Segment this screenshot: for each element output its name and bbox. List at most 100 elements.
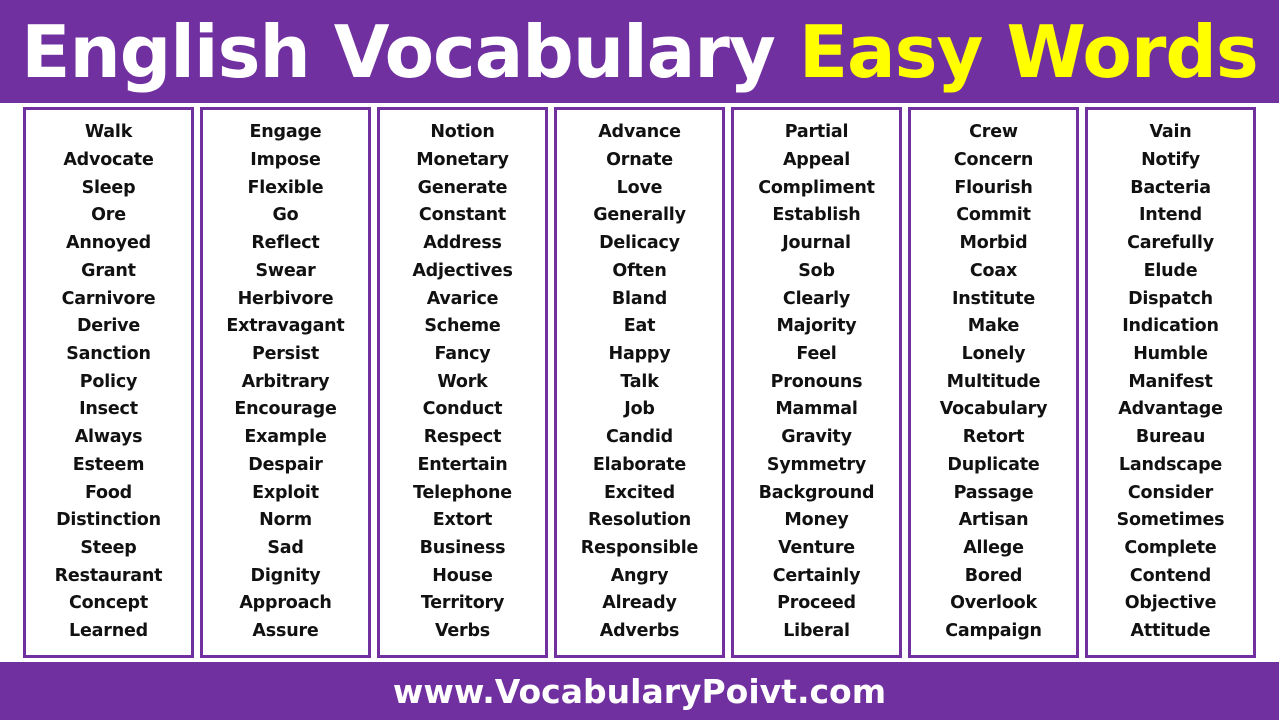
word-item: Multitude (946, 371, 1041, 392)
word-item: Impose (250, 149, 321, 170)
word-item: Money (784, 510, 849, 531)
word-item: Love (616, 177, 663, 198)
word-item: Flourish (954, 177, 1033, 198)
word-item: Adverbs (599, 621, 680, 642)
word-item: Symmetry (766, 454, 867, 475)
word-item: Approach (239, 593, 332, 614)
word-item: Insect (79, 399, 138, 420)
word-item: Liberal (783, 621, 850, 642)
word-item: Majority (776, 316, 857, 337)
word-item: Institute (951, 288, 1035, 309)
word-item: Ornate (606, 149, 673, 170)
word-item: Duplicate (947, 454, 1040, 475)
word-item: Sometimes (1116, 510, 1225, 531)
word-item: Restaurant (54, 565, 163, 586)
word-item: Notion (430, 122, 495, 143)
word-item: Persist (251, 343, 320, 364)
word-item: Gravity (781, 427, 852, 448)
word-item: Respect (423, 427, 502, 448)
word-item: Generate (417, 177, 508, 198)
word-item: Assure (252, 621, 319, 642)
word-item: Happy (608, 343, 671, 364)
word-item: Conduct (422, 399, 503, 420)
word-item: Ore (91, 205, 126, 226)
word-item: Bureau (1135, 427, 1206, 448)
word-item: Sob (798, 260, 835, 281)
word-item: Food (84, 482, 133, 503)
poster-header: English Vocabulary Easy Words (0, 0, 1279, 103)
word-item: Entertain (417, 454, 508, 475)
word-item: Establish (772, 205, 861, 226)
word-item: Often (612, 260, 667, 281)
word-item: Venture (778, 538, 855, 558)
word-item: Already (602, 593, 677, 614)
word-item: Intend (1139, 205, 1202, 226)
word-item: Exploit (252, 482, 319, 503)
word-item: Lonely (961, 343, 1026, 364)
word-item: Constant (418, 205, 507, 226)
word-item: Policy (79, 371, 138, 392)
word-item: Elaborate (592, 454, 687, 475)
word-item: Flexible (247, 177, 324, 198)
word-item: Avarice (426, 288, 499, 309)
word-item: Carnivore (61, 288, 156, 309)
word-column-3: Notion Monetary Generate Constant Address Adj… (377, 107, 548, 658)
word-item: Commit (956, 205, 1031, 226)
vocabulary-poster: English Vocabulary Easy Words Walk Advoca… (0, 0, 1279, 720)
word-item: Elude (1143, 260, 1198, 281)
word-item: Contend (1129, 565, 1212, 586)
word-item: Manifest (1128, 371, 1213, 392)
word-item: Talk (620, 371, 659, 392)
word-item: Monetary (416, 149, 509, 170)
word-item: Norm (259, 510, 312, 531)
word-item: Business (419, 538, 506, 558)
word-item: Derive (76, 316, 141, 337)
word-item: Scheme (424, 316, 501, 337)
word-item: Feel (796, 343, 837, 364)
word-item: Journal (782, 233, 851, 254)
word-item: Grant (81, 260, 136, 281)
word-item: Go (272, 205, 299, 226)
word-column-1: Walk Advocate Sleep Ore Annoyed Grant Carnivor… (23, 107, 194, 658)
word-item: Generally (593, 205, 686, 226)
word-item: Notify (1141, 149, 1200, 170)
word-item: Encourage (234, 399, 337, 420)
word-item: Vocabulary (939, 399, 1048, 420)
word-item: Always (74, 427, 143, 448)
word-item: Humble (1133, 343, 1208, 364)
word-item: Certainly (772, 565, 861, 586)
word-item: Bacteria (1130, 177, 1211, 198)
word-item: Engage (249, 122, 322, 143)
word-item: Concern (953, 149, 1034, 170)
word-item: Telephone (413, 482, 512, 503)
word-item: Dispatch (1128, 288, 1213, 309)
word-item: Make (967, 316, 1020, 337)
word-item: Resolution (587, 510, 692, 531)
word-item: House (432, 565, 493, 586)
word-item: Herbivore (237, 288, 334, 309)
word-item: Sad (267, 538, 304, 558)
word-item: Background (758, 482, 875, 503)
word-item: Clearly (782, 288, 851, 309)
word-item: Swear (255, 260, 316, 281)
word-item: Attitude (1130, 621, 1211, 642)
word-column-2: Engage Impose Flexible Go Reflect Swear Herbiv… (200, 107, 371, 658)
word-item: Concept (68, 593, 149, 614)
word-item: Consider (1127, 482, 1214, 503)
word-item: Steep (80, 538, 137, 558)
website-url: www.VocabularyPoivt.com (392, 671, 887, 711)
word-column-6: Crew Concern Flourish Commit Morbid Coax Insti… (908, 107, 1079, 658)
page-title-highlight: Easy Words (798, 9, 1259, 94)
word-item: Objective (1124, 593, 1217, 614)
word-item: Delicacy (599, 233, 680, 254)
word-item: Bland (611, 288, 668, 309)
word-column-4: Advance Ornate Love Generally Delicacy Often B… (554, 107, 725, 658)
page-title: English Vocabulary Easy Words (21, 16, 1258, 88)
word-column-5: Partial Appeal Compliment Establish Journal S… (731, 107, 902, 658)
word-item: Esteem (72, 454, 145, 475)
word-item: Sanction (66, 343, 151, 364)
word-item: Advance (598, 122, 681, 143)
word-item: Compliment (758, 177, 875, 198)
word-item: Verbs (434, 621, 491, 642)
word-column-7: Vain Notify Bacteria Intend Carefully Elude Di… (1085, 107, 1256, 658)
